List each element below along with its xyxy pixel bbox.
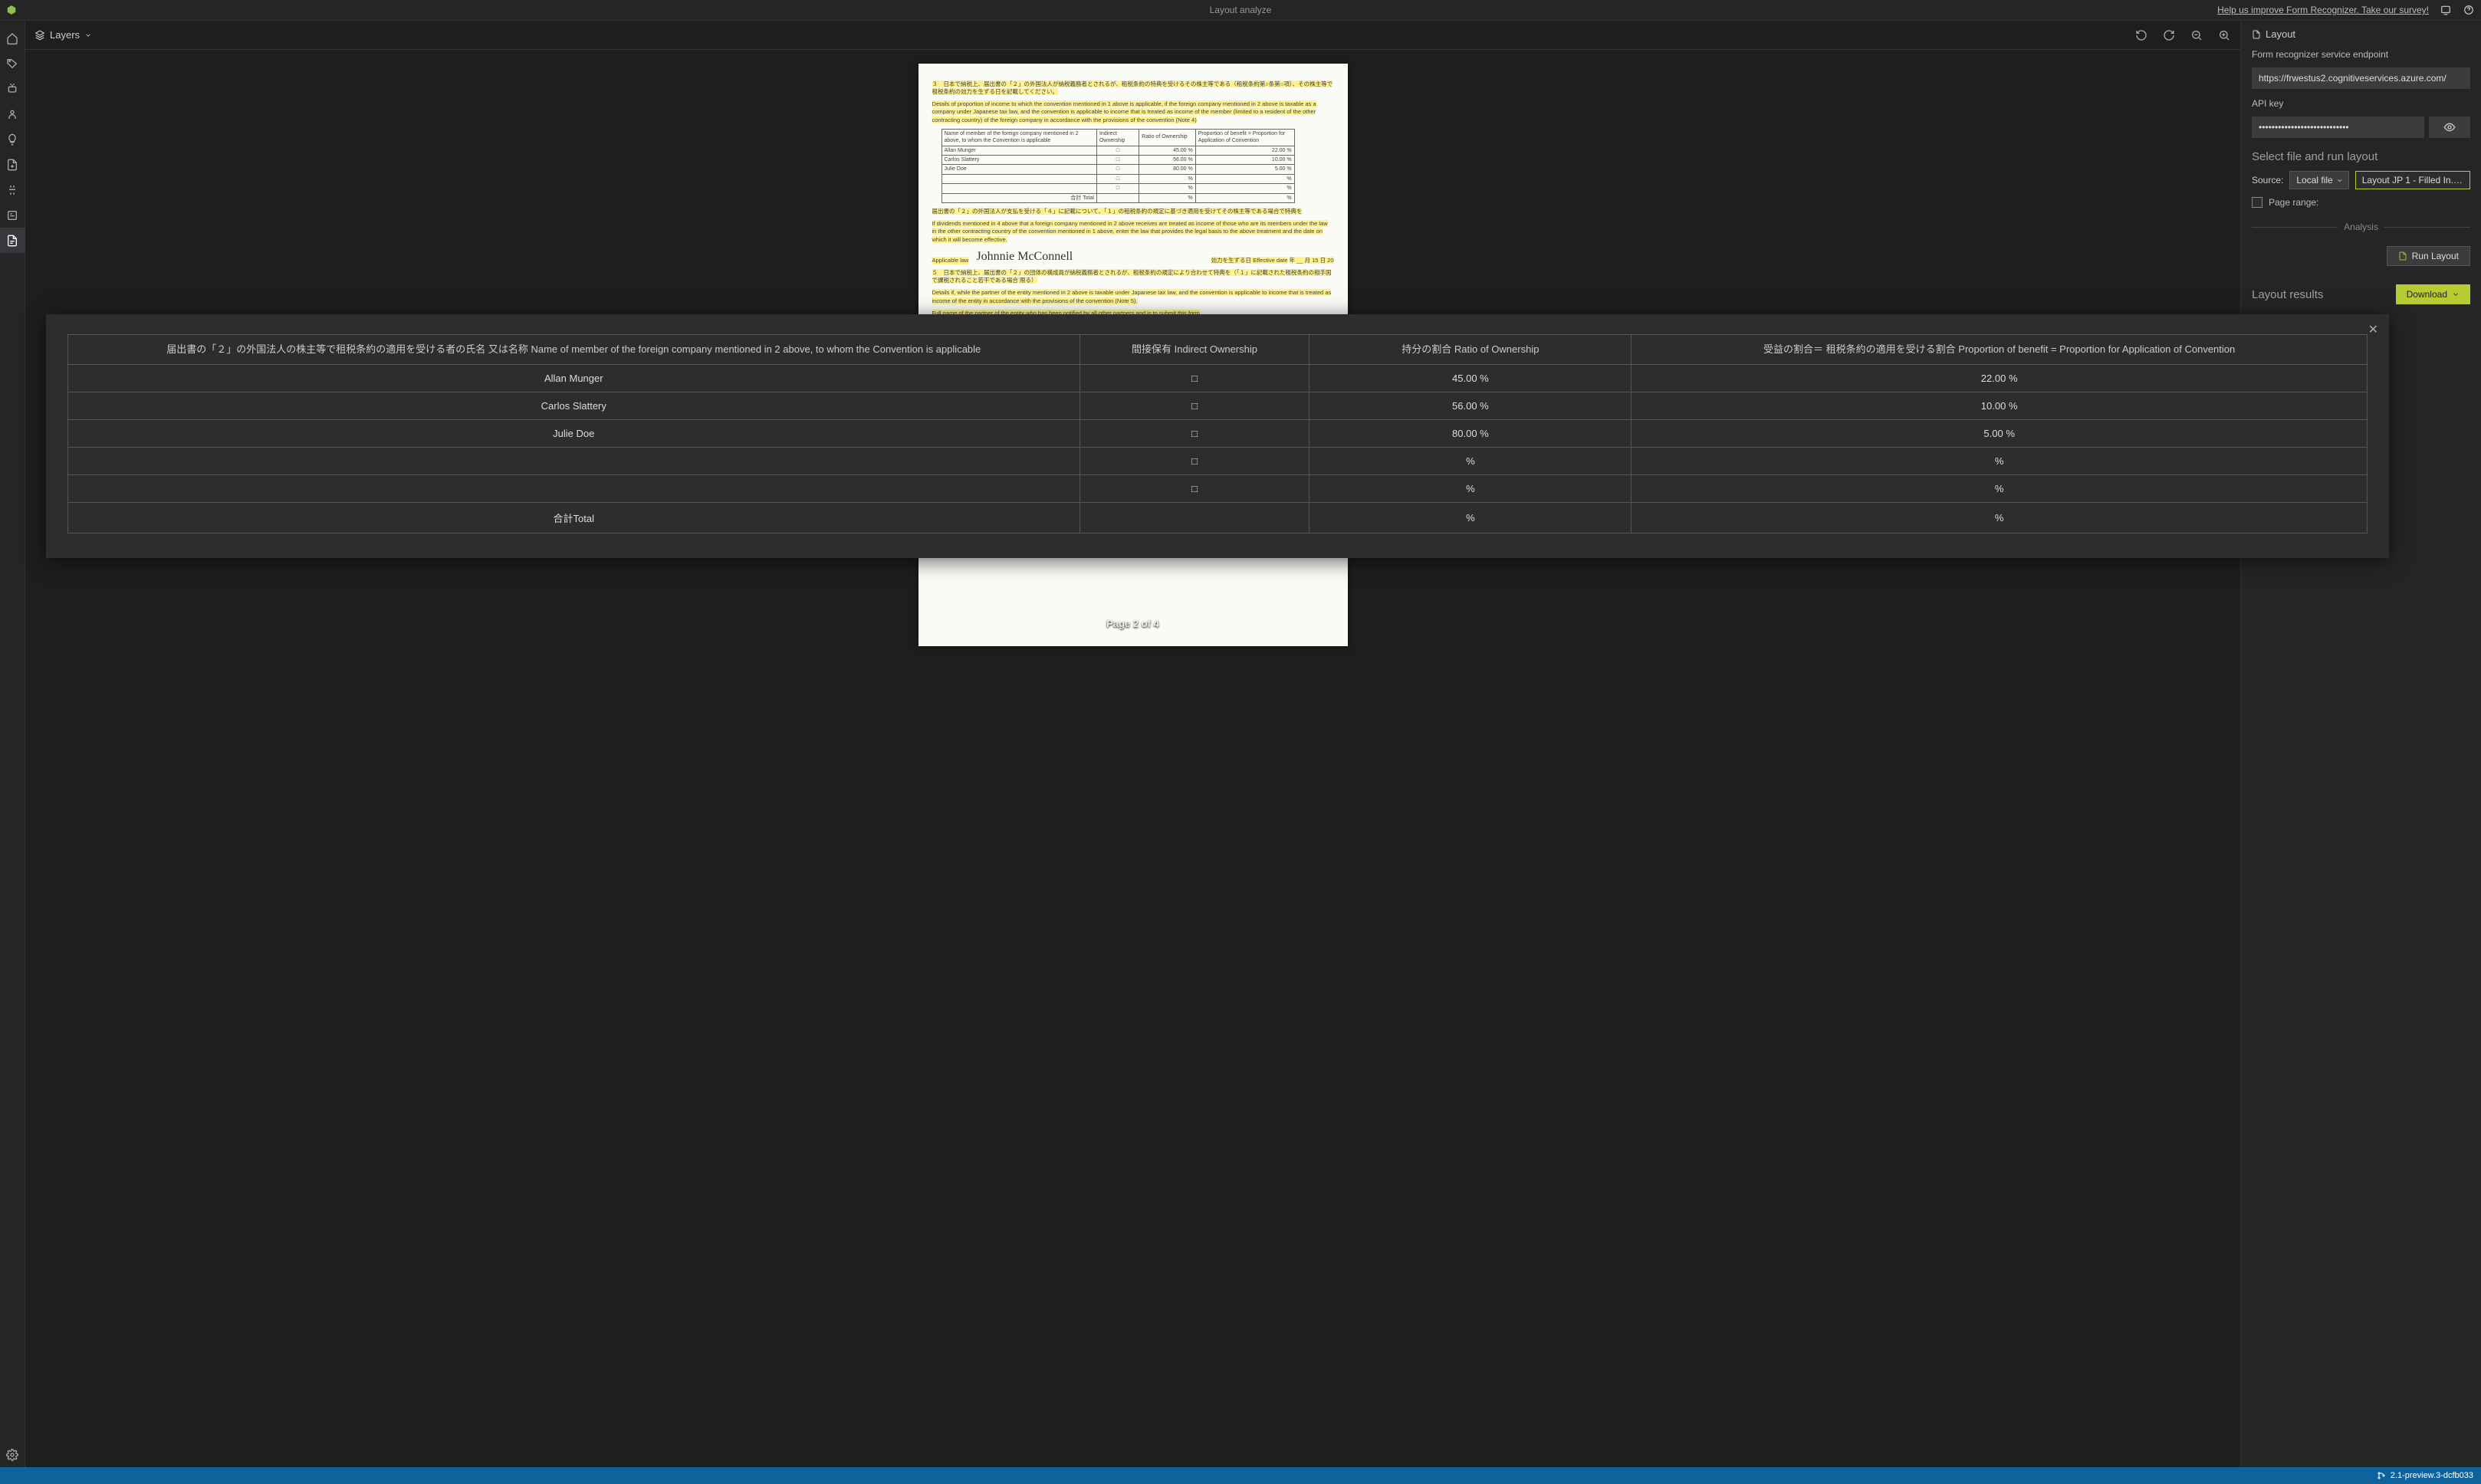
nav-home-icon[interactable]: [0, 25, 25, 51]
nav-tag-icon[interactable]: [0, 51, 25, 76]
table-row-total: 合計Total % %: [68, 503, 2368, 534]
top-bar: Layout analyze Help us improve Form Reco…: [0, 0, 2481, 21]
doc-sec3-en: Details of proportion of income to which…: [932, 100, 1316, 123]
th-indirect: 間接保有 Indirect Ownership: [1079, 335, 1310, 365]
table-row: □ % %: [68, 448, 2368, 475]
right-panel: Layout Form recognizer service endpoint …: [2240, 21, 2481, 1467]
file-name-box[interactable]: Layout JP 1 - Filled In.pdf: [2355, 171, 2470, 189]
table-row: □ % %: [68, 475, 2368, 503]
th-ratio: 持分の割合 Ratio of Ownership: [1310, 335, 1632, 365]
doc-sec4-jp: 届出書の「２」の外国法人が支払を受ける「４」に記載について、「１」の租税条約の規…: [932, 208, 1303, 215]
source-dropdown[interactable]: Local file: [2289, 171, 2348, 189]
canvas-area[interactable]: ３ 日本で納税上、届出書の「２」の外国法人が納税義務者とされるが、租税条約の特典…: [25, 50, 2240, 1467]
page-indicator: Page 2 of 4: [1106, 618, 1159, 629]
endpoint-input[interactable]: [2252, 67, 2470, 89]
select-file-heading: Select file and run layout: [2252, 150, 2470, 163]
nav-form-icon[interactable]: [0, 202, 25, 228]
doc-sec3-jp: ３ 日本で納税上、届出書の「２」の外国法人が納税義務者とされるが、租税条約の特典…: [932, 80, 1333, 95]
branch-icon: [2377, 1471, 2386, 1480]
zoom-out-icon[interactable]: [2190, 28, 2203, 42]
extracted-table: 届出書の「２」の外国法人の株主等で租税条約の適用を受ける者の氏名 又は名称 Na…: [67, 334, 2368, 534]
doc-sec4-en: If dividends mentioned in 4 above that a…: [932, 220, 1328, 242]
table-row: Julie Doe □ 80.00 % 5.00 %: [68, 420, 2368, 448]
table-modal: ✕ 届出書の「２」の外国法人の株主等で租税条約の適用を受ける者の氏名 又は名称 …: [46, 314, 2389, 558]
nav-person-icon[interactable]: [0, 101, 25, 126]
zoom-in-icon[interactable]: [2217, 28, 2231, 42]
survey-link[interactable]: Help us improve Form Recognizer. Take ou…: [2217, 5, 2429, 15]
doc-sec5-jp: ５ 日本で納税上、届出書の「２」の団体の構成員が納税義務者とされるが、租税条約の…: [932, 269, 1332, 284]
nav-connect-icon[interactable]: [0, 177, 25, 202]
modal-close-button[interactable]: ✕: [2368, 322, 2378, 337]
help-icon[interactable]: [2463, 4, 2475, 16]
brand-logo: [6, 5, 17, 15]
results-label: Layout results: [2252, 288, 2323, 301]
table-header-row: 届出書の「２」の外国法人の株主等で租税条約の適用を受ける者の氏名 又は名称 Na…: [68, 335, 2368, 365]
analysis-divider: Analysis: [2252, 222, 2470, 232]
nav-settings-icon[interactable]: [0, 1442, 25, 1467]
nav-robot-icon[interactable]: [0, 76, 25, 101]
api-key-label: API key: [2252, 98, 2470, 109]
status-bar: 2.1-preview.3-dcfb033: [0, 1467, 2481, 1484]
center-toolbar: Layers: [25, 21, 2240, 50]
page-title: Layout analyze: [1210, 5, 1272, 15]
version-text: 2.1-preview.3-dcfb033: [2391, 1471, 2473, 1480]
nav-file-add-icon[interactable]: [0, 152, 25, 177]
left-nav: [0, 21, 25, 1467]
doc-sec5-en: Details if, while the partner of the ent…: [932, 289, 1332, 304]
table-row: Carlos Slattery □ 56.00 % 10.00 %: [68, 392, 2368, 420]
endpoint-label: Form recognizer service endpoint: [2252, 49, 2470, 60]
reveal-key-button[interactable]: [2429, 117, 2470, 138]
feedback-icon[interactable]: [2440, 4, 2452, 16]
api-key-input[interactable]: [2252, 117, 2424, 138]
nav-layout-icon[interactable]: [0, 228, 25, 253]
layers-dropdown[interactable]: Layers: [35, 29, 92, 41]
page-range-label: Page range:: [2269, 197, 2318, 208]
th-name: 届出書の「２」の外国法人の株主等で租税条約の適用を受ける者の氏名 又は名称 Na…: [68, 335, 1080, 365]
signature: Johnnie McConnell: [976, 248, 1073, 265]
chevron-down-icon: [84, 31, 92, 39]
page-range-checkbox[interactable]: [2252, 197, 2262, 208]
chevron-down-icon: [2452, 291, 2460, 298]
redo-icon[interactable]: [2162, 28, 2176, 42]
undo-icon[interactable]: [2134, 28, 2148, 42]
download-button[interactable]: Download: [2396, 284, 2470, 304]
nav-lightbulb-icon[interactable]: [0, 126, 25, 152]
layout-section-icon: [2252, 30, 2261, 39]
th-benefit: 受益の割合＝ 租税条約の適用を受ける割合 Proportion of benef…: [1632, 335, 2368, 365]
run-layout-button[interactable]: Run Layout: [2387, 246, 2470, 266]
doc-preview-table: Name of member of the foreign company me…: [941, 129, 1295, 204]
layers-label: Layers: [50, 29, 80, 41]
source-label: Source:: [2252, 175, 2283, 186]
table-row: Allan Munger □ 45.00 % 22.00 %: [68, 365, 2368, 392]
rp-heading: Layout: [2252, 28, 2470, 40]
